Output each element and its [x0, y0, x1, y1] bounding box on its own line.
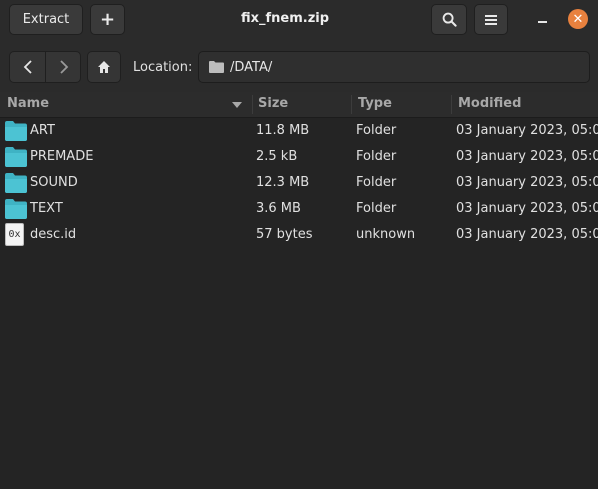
file-type: unknown	[356, 227, 416, 242]
file-size: 2.5 kB	[256, 149, 298, 164]
file-modified: 03 January 2023, 05:02	[456, 149, 598, 164]
file-type: Folder	[356, 149, 397, 164]
binary-file-icon: 0x	[5, 223, 24, 246]
file-size: 3.6 MB	[256, 201, 301, 216]
file-size: 11.8 MB	[256, 123, 310, 138]
extract-button[interactable]: Extract	[9, 4, 83, 35]
file-row[interactable]: 0x desc.id 57 bytes unknown 03 January 2023,…	[0, 222, 598, 248]
home-button[interactable]	[87, 51, 121, 83]
file-name: SOUND	[30, 175, 78, 190]
search-icon	[442, 12, 457, 27]
file-type: Folder	[356, 201, 397, 216]
column-header-modified[interactable]: Modified	[458, 92, 521, 117]
location-path: /DATA/	[230, 60, 273, 75]
file-row[interactable]: TEXT 3.6 MB Folder 03 January 2023, 05:02	[0, 196, 598, 222]
navigation-buttons	[9, 51, 81, 83]
location-bar: Location: /DATA/	[0, 40, 598, 97]
file-modified: 03 January 2023, 05:02	[456, 227, 598, 242]
folder-icon	[5, 173, 27, 193]
file-size: 57 bytes	[256, 227, 313, 242]
file-row[interactable]: ART 11.8 MB Folder 03 January 2023, 05:02	[0, 118, 598, 144]
column-divider[interactable]	[252, 95, 253, 114]
column-header-size[interactable]: Size	[258, 92, 288, 117]
column-divider[interactable]	[451, 95, 452, 114]
minimize-icon	[537, 20, 547, 23]
add-files-button[interactable]: +	[90, 4, 125, 35]
column-header-name[interactable]: Name	[7, 92, 247, 117]
column-header-row: Name Size Type Modified	[0, 92, 598, 118]
folder-icon	[5, 199, 27, 219]
file-modified: 03 January 2023, 05:02	[456, 175, 598, 190]
chevron-right-icon	[59, 60, 68, 74]
home-icon	[98, 61, 110, 73]
file-row[interactable]: PREMADE 2.5 kB Folder 03 January 2023, 05:0…	[0, 144, 598, 170]
minimize-button[interactable]	[532, 9, 552, 29]
file-list: Name Size Type Modified ART 11.8 MB Folder…	[0, 92, 598, 489]
file-type: Folder	[356, 175, 397, 190]
close-window-button[interactable]: ✕	[568, 9, 588, 29]
search-button[interactable]	[431, 4, 467, 35]
file-name: ART	[30, 123, 55, 138]
column-header-type[interactable]: Type	[358, 92, 392, 117]
folder-icon	[5, 121, 27, 141]
forward-button[interactable]	[46, 52, 81, 82]
file-modified: 03 January 2023, 05:02	[456, 123, 598, 138]
hamburger-menu-icon	[485, 14, 497, 25]
file-name: desc.id	[30, 227, 77, 242]
file-name: TEXT	[30, 201, 63, 216]
file-name: PREMADE	[30, 149, 94, 164]
file-type: Folder	[356, 123, 397, 138]
menu-button[interactable]	[474, 4, 508, 35]
back-button[interactable]	[10, 52, 46, 82]
column-divider[interactable]	[351, 95, 352, 114]
location-label: Location:	[133, 60, 193, 75]
folder-icon	[5, 147, 27, 167]
sort-descending-icon	[232, 102, 242, 108]
header-bar: Extract + fix_fnem.zip ✕	[0, 0, 598, 40]
location-path-field[interactable]: /DATA/	[198, 51, 590, 83]
chevron-left-icon	[23, 60, 32, 74]
file-modified: 03 January 2023, 05:02	[456, 201, 598, 216]
window-title: fix_fnem.zip	[240, 11, 330, 26]
file-row[interactable]: SOUND 12.3 MB Folder 03 January 2023, 05:02	[0, 170, 598, 196]
file-size: 12.3 MB	[256, 175, 310, 190]
folder-icon	[209, 61, 224, 73]
